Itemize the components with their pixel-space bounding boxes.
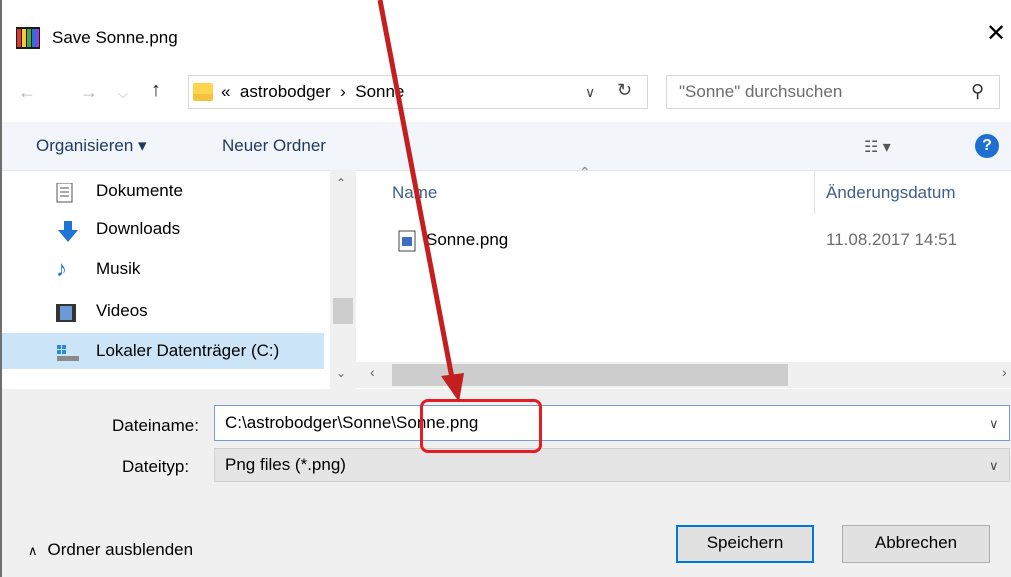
sidebar-item-label: Videos bbox=[96, 301, 148, 320]
sidebar-item-downloads[interactable]: Downloads bbox=[56, 213, 336, 249]
scroll-right-icon[interactable]: › bbox=[1002, 364, 1007, 380]
filename-input[interactable]: C:\astrobodger\Sonne\Sonne.png ∨ bbox=[214, 405, 1010, 441]
column-header-modified[interactable]: Änderungsdatum bbox=[826, 183, 955, 203]
sidebar-item-videos[interactable]: Videos bbox=[56, 295, 336, 331]
scroll-left-icon[interactable]: ‹ bbox=[370, 364, 375, 380]
window-title: Save Sonne.png bbox=[52, 28, 178, 47]
command-toolbar bbox=[2, 122, 1011, 171]
sidebar-item-musik[interactable]: ♪ Musik bbox=[56, 253, 336, 289]
arrow-up-icon[interactable]: ↑ bbox=[151, 79, 161, 102]
breadcrumb-astrobodger[interactable]: astrobodger bbox=[240, 82, 331, 101]
documents-icon bbox=[56, 182, 80, 203]
sidebar-item-label: Lokaler Datenträger (C:) bbox=[96, 341, 280, 360]
arrow-left-icon[interactable]: ← bbox=[18, 82, 36, 103]
filetype-label: Dateityp: bbox=[122, 457, 190, 476]
filetype-value: Png files (*.png) bbox=[225, 455, 346, 474]
sidebar-item-label: Downloads bbox=[96, 219, 181, 238]
scroll-down-icon[interactable]: ⌄ bbox=[336, 366, 346, 380]
sidebar-item-local-drive[interactable]: Lokaler Datenträger (C:) bbox=[56, 335, 336, 371]
sort-ascending-icon: ⌃ bbox=[579, 164, 591, 180]
address-bar[interactable]: « astrobodger › Sonne ∨ ↻ bbox=[188, 75, 648, 109]
chevron-down-icon[interactable]: ⌵ bbox=[118, 86, 128, 102]
address-dropdown-icon[interactable]: ∨ bbox=[585, 84, 595, 101]
save-button[interactable]: Speichern bbox=[676, 525, 814, 563]
chevron-up-icon: ∧ bbox=[28, 543, 38, 558]
search-input[interactable]: "Sonne" durchsuchen ⚲ bbox=[666, 75, 1000, 109]
hide-folders-label: Ordner ausblenden bbox=[47, 540, 194, 559]
arrow-right-icon[interactable]: → bbox=[80, 82, 98, 103]
address-path: « astrobodger › Sonne bbox=[221, 82, 404, 102]
breadcrumb-sonne[interactable]: Sonne bbox=[355, 82, 404, 101]
column-header-name[interactable]: Name bbox=[392, 183, 437, 203]
downloads-icon bbox=[56, 221, 80, 242]
file-name[interactable]: Sonne.png bbox=[426, 230, 508, 250]
scroll-up-icon[interactable]: ⌃ bbox=[336, 176, 346, 190]
drive-icon bbox=[56, 343, 80, 363]
hide-folders-toggle[interactable]: ∧ Ordner ausblenden bbox=[28, 540, 193, 560]
chevron-down-icon[interactable]: ∨ bbox=[989, 458, 999, 474]
filetype-select[interactable]: Png files (*.png) ∨ bbox=[214, 448, 1010, 482]
annotation-highlight-box bbox=[420, 399, 542, 453]
sidebar-scrollbar[interactable] bbox=[330, 170, 356, 390]
sidebar-item-label: Dokumente bbox=[96, 181, 183, 200]
breadcrumb-separator: › bbox=[340, 82, 346, 101]
app-icon bbox=[16, 27, 40, 49]
filename-label: Dateiname: bbox=[112, 416, 199, 435]
sidebar-item-dokumente[interactable]: Dokumente bbox=[56, 175, 336, 211]
png-file-icon bbox=[398, 230, 416, 252]
refresh-icon[interactable]: ↻ bbox=[617, 80, 632, 101]
close-icon[interactable]: ✕ bbox=[986, 22, 1006, 46]
chevron-down-icon[interactable]: ∨ bbox=[989, 416, 999, 432]
search-icon[interactable]: ⚲ bbox=[971, 81, 984, 102]
horizontal-scrollbar-thumb[interactable] bbox=[392, 364, 788, 386]
address-prefix: « bbox=[221, 82, 231, 101]
new-folder-button[interactable]: Neuer Ordner bbox=[222, 136, 326, 156]
view-options-icon[interactable]: ☷ ▾ bbox=[864, 137, 891, 157]
folder-icon bbox=[193, 83, 213, 101]
music-icon: ♪ bbox=[56, 256, 67, 281]
organize-button[interactable]: Organisieren ▾ bbox=[36, 136, 147, 156]
videos-icon bbox=[56, 303, 80, 323]
search-placeholder: "Sonne" durchsuchen bbox=[679, 82, 843, 101]
help-button[interactable]: ? bbox=[975, 134, 999, 158]
sidebar-item-label: Musik bbox=[96, 259, 141, 278]
column-divider[interactable] bbox=[814, 170, 815, 214]
file-modified-date: 11.08.2017 14:51 bbox=[826, 230, 958, 249]
cancel-button[interactable]: Abbrechen bbox=[842, 525, 990, 563]
sidebar-scrollbar-thumb[interactable] bbox=[333, 298, 353, 324]
